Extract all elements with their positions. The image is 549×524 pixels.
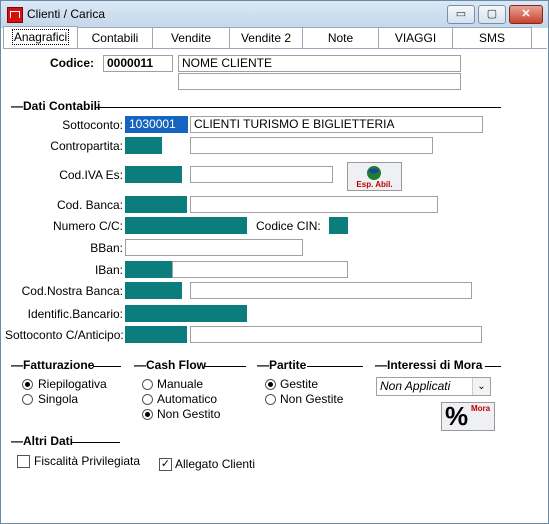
altri-dati-rule xyxy=(72,442,120,443)
codiva-code-field[interactable] xyxy=(125,166,182,183)
sottoconto-code-field[interactable]: 1030001 xyxy=(125,116,188,133)
maximize-button[interactable]: ▢ xyxy=(478,5,506,24)
codice-field[interactable]: 0000011 xyxy=(103,55,173,72)
fatturazione-radio-riepilogativa[interactable] xyxy=(22,379,33,390)
sottoconto-anticipo-desc-field[interactable] xyxy=(190,326,482,343)
tab-contabili[interactable]: Contabili xyxy=(77,27,153,48)
interessi-mora-title: —Interessi di Mora xyxy=(375,358,483,372)
iban-field[interactable] xyxy=(172,261,348,278)
codbanca-code-field[interactable] xyxy=(125,196,187,213)
codbanca-label: Cod. Banca: xyxy=(56,198,123,212)
maximize-icon: ▢ xyxy=(486,8,498,20)
cash-flow-option-manuale: Manuale xyxy=(157,377,204,391)
esp-abil-label: Esp. Abil. xyxy=(356,180,393,189)
window-title: Clienti / Carica xyxy=(27,7,106,21)
allegato-checkbox[interactable]: ✓ xyxy=(159,458,172,471)
tab-viaggi[interactable]: VIAGGI xyxy=(378,27,453,48)
partite-title: —Partite xyxy=(257,358,307,372)
checkmark-icon: ✓ xyxy=(160,458,171,470)
interessi-mora-rule xyxy=(485,366,501,367)
codbanca-desc-field[interactable] xyxy=(190,196,438,213)
iban-prefix-field[interactable] xyxy=(125,261,172,278)
sottoconto-anticipo-label: Sottoconto C/Anticipo: xyxy=(5,328,124,342)
partite-radio-non-gestite[interactable] xyxy=(265,394,276,405)
tab-vendite[interactable]: Vendite xyxy=(152,27,230,48)
fatturazione-option-riepilogativa: Riepilogativa xyxy=(38,377,107,391)
sottoconto-anticipo-code-field[interactable] xyxy=(125,326,187,343)
dati-contabili-title: —Dati Contabili xyxy=(11,99,101,113)
chevron-down-icon[interactable]: ⌄ xyxy=(472,378,490,395)
fiscalita-checkbox[interactable] xyxy=(17,455,30,468)
nome-cliente-field-2[interactable] xyxy=(178,73,461,90)
minimize-button[interactable]: ▭ xyxy=(447,5,475,24)
cash-flow-radio-automatico[interactable] xyxy=(142,394,153,405)
partite-option-non-gestite: Non Gestite xyxy=(280,392,344,406)
codiva-desc-field[interactable] xyxy=(190,166,333,183)
tab-sms[interactable]: SMS xyxy=(452,27,532,48)
fatturazione-title: —Fatturazione xyxy=(11,358,95,372)
esp-abil-button[interactable]: Esp. Abil. xyxy=(347,162,402,191)
tab-strip: Anagrafici Contabili Vendite Vendite 2 N… xyxy=(3,26,548,49)
altri-dati-title: —Altri Dati xyxy=(11,434,74,448)
numerocc-field[interactable] xyxy=(125,217,247,234)
codicecin-label: Codice CIN: xyxy=(256,219,321,233)
contropartita-code-field[interactable] xyxy=(125,137,162,154)
bban-label: BBan: xyxy=(90,241,123,255)
fatturazione-option-singola: Singola xyxy=(38,392,79,406)
bban-field[interactable] xyxy=(125,239,303,256)
close-icon: ✕ xyxy=(521,8,531,20)
cash-flow-rule xyxy=(204,366,246,367)
partite-option-gestite: Gestite xyxy=(280,377,319,391)
nome-cliente-field[interactable]: NOME CLIENTE xyxy=(178,55,461,72)
tab-divider xyxy=(3,48,547,49)
mora-label: Mora xyxy=(471,404,491,413)
identific-label: Identific.Bancario: xyxy=(27,307,123,321)
sottoconto-desc-field[interactable]: CLIENTI TURISMO E BIGLIETTERIA xyxy=(190,116,483,133)
fatturazione-radio-singola[interactable] xyxy=(22,394,33,405)
dati-contabili-rule xyxy=(96,107,501,108)
codnostrabanca-code-field[interactable] xyxy=(125,282,182,299)
fatturazione-rule xyxy=(93,366,121,367)
close-button[interactable]: ✕ xyxy=(509,5,543,24)
window: Clienti / Carica ▭ ▢ ✕ Anagrafici Contab… xyxy=(0,0,549,524)
partite-radio-gestite[interactable] xyxy=(265,379,276,390)
iban-label: IBan: xyxy=(94,263,123,277)
codnostrabanca-label: Cod.Nostra Banca: xyxy=(21,284,123,298)
mora-button[interactable]: % Mora xyxy=(441,401,495,431)
numerocc-label: Numero C/C: xyxy=(52,219,123,233)
cash-flow-option-non-gestito: Non Gestito xyxy=(157,407,221,421)
fiscalita-label: Fiscalità Privilegiata xyxy=(34,454,141,468)
cash-flow-title: —Cash Flow xyxy=(134,358,207,372)
cash-flow-radio-non-gestito[interactable] xyxy=(142,409,153,420)
cash-flow-radio-manuale[interactable] xyxy=(142,379,153,390)
contropartita-desc-field[interactable] xyxy=(190,137,433,154)
sottoconto-label: Sottoconto: xyxy=(62,118,123,132)
tab-vendite-2[interactable]: Vendite 2 xyxy=(229,27,303,48)
interessi-mora-select[interactable]: Non Applicati ⌄ xyxy=(376,377,491,396)
codiva-label: Cod.IVA Es: xyxy=(59,168,123,182)
identific-field[interactable] xyxy=(125,305,247,322)
allegato-label: Allegato Clienti xyxy=(175,457,256,471)
tab-note[interactable]: Note xyxy=(302,27,379,48)
codice-label: Codice: xyxy=(50,56,95,70)
app-icon xyxy=(7,7,23,23)
tab-anagrafici[interactable]: Anagrafici xyxy=(3,26,78,49)
partite-rule xyxy=(307,366,363,367)
codicecin-field[interactable] xyxy=(329,217,348,234)
percent-icon: % xyxy=(445,401,469,431)
minimize-icon: ▭ xyxy=(455,8,467,20)
cash-flow-option-automatico: Automatico xyxy=(157,392,218,406)
title-bar: Clienti / Carica ▭ ▢ ✕ xyxy=(1,1,548,28)
codnostrabanca-desc-field[interactable] xyxy=(190,282,472,299)
contropartita-label: Contropartita: xyxy=(50,139,123,153)
